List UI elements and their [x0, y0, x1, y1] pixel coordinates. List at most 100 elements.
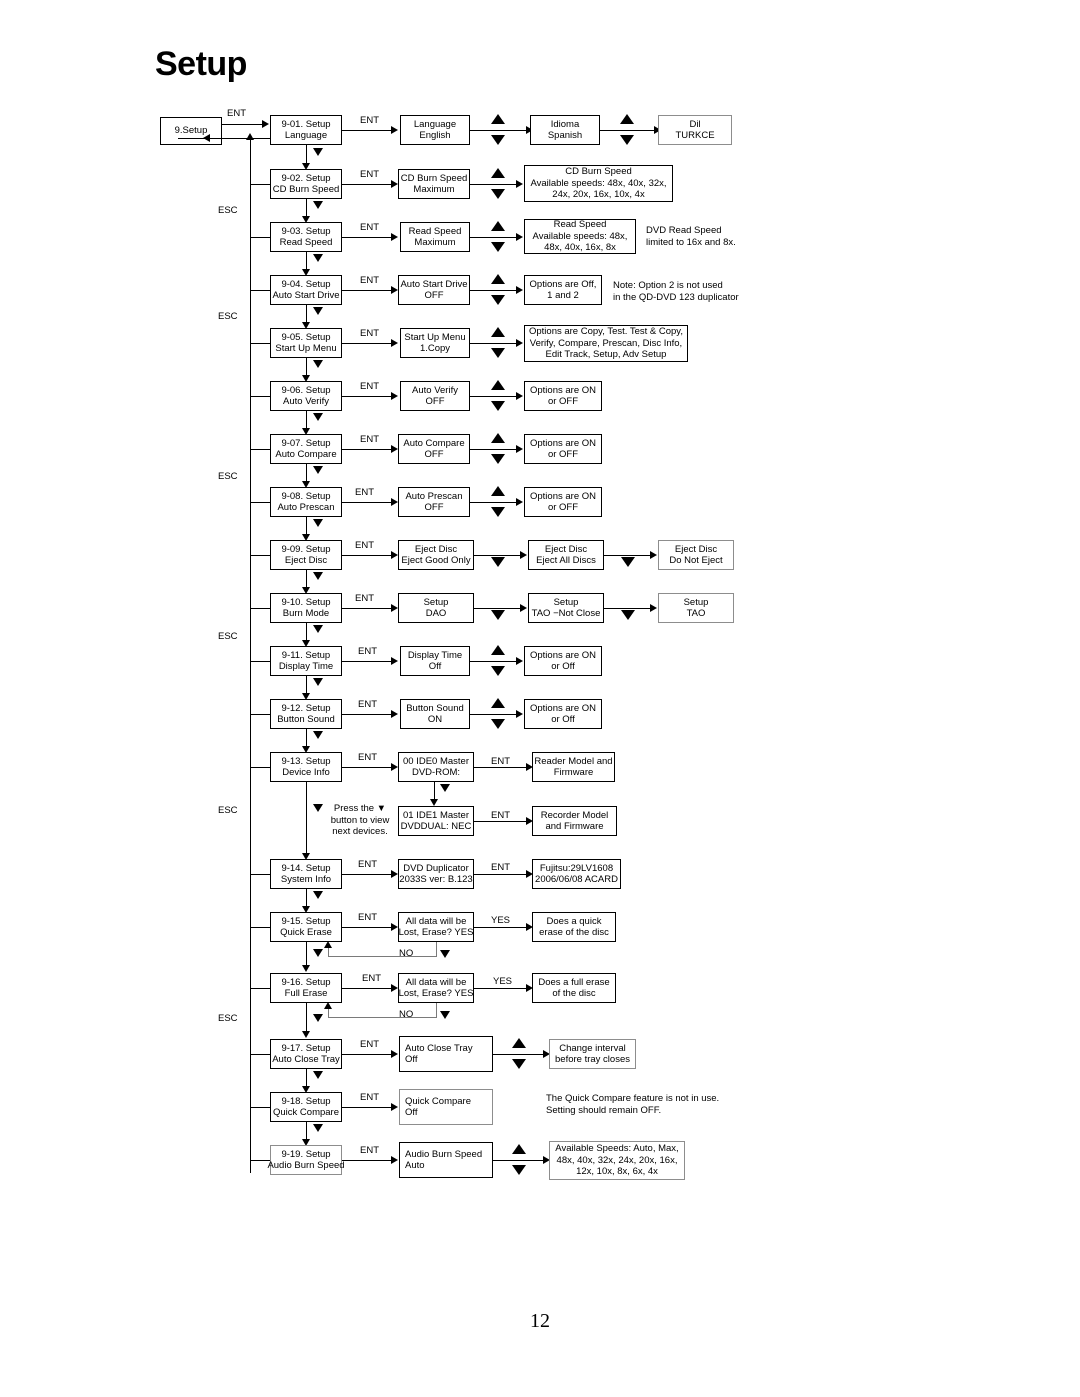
down-arrow-909b	[621, 557, 635, 567]
menu-box-916[interactable]: 9-16. Setup Full Erase	[270, 973, 342, 1003]
spine-stub-908	[250, 502, 270, 503]
down-glyph-910	[313, 625, 323, 633]
connector-902-opt1	[470, 184, 518, 185]
option-box-904-1[interactable]: Options are Off, 1 and 2	[524, 275, 602, 305]
menu-box-906[interactable]: 9-06. Setup Auto Verify	[270, 381, 342, 411]
menu-box-905[interactable]: 9-05. Setup Start Up Menu	[270, 328, 342, 358]
down-glyph-917	[313, 1071, 323, 1079]
no-loop-916-left	[328, 1017, 437, 1018]
menu-box-909[interactable]: 9-09. Setup Eject Disc	[270, 540, 342, 570]
menu-box-913-line2: Device Info	[282, 767, 330, 778]
option-box-910-2[interactable]: Setup TAO	[658, 593, 734, 623]
screen-box-914[interactable]: DVD Duplicator 2033S ver: B.123	[398, 859, 474, 889]
option-box-909-1[interactable]: Eject Disc Eject All Discs	[528, 540, 604, 570]
option-box-902-1[interactable]: CD Burn Speed Available speeds: 48x, 40x…	[524, 165, 673, 202]
option-box-907-1[interactable]: Options are ON or OFF	[524, 434, 602, 464]
option-box-910-1-line2: TAO −Not Close	[531, 608, 601, 619]
screen-box-902[interactable]: CD Burn Speed Maximum	[398, 169, 470, 199]
option-box-908-1-line1: Options are ON	[530, 490, 596, 502]
menu-box-917[interactable]: 9-17. Setup Auto Close Tray	[270, 1039, 342, 1069]
menu-box-913[interactable]: 9-13. Setup Device Info	[270, 752, 342, 782]
menu-box-903-line2: Read Speed	[279, 237, 333, 248]
screen-box-916[interactable]: All data will be Lost, Erase? YES	[398, 973, 474, 1003]
option-box-909-2[interactable]: Eject Disc Do Not Eject	[658, 540, 734, 570]
option-box-903-1-line1: Read Speed	[553, 219, 607, 231]
screen-box-912[interactable]: Button Sound ON	[400, 699, 470, 729]
option-box-908-1[interactable]: Options are ON or OFF	[524, 487, 602, 517]
screen-box-904[interactable]: Auto Start Drive OFF	[398, 275, 470, 305]
menu-box-911-line2: Display Time	[278, 661, 334, 672]
screen-box-919[interactable]: Audio Burn Speed Auto	[399, 1142, 493, 1178]
menu-box-907[interactable]: 9-07. Setup Auto Compare	[270, 434, 342, 464]
esc-spine-vertical	[250, 138, 251, 1173]
option-box-913-1[interactable]: Reader Model and Firmware	[532, 752, 615, 782]
screen-box-917[interactable]: Auto Close Tray Off	[399, 1036, 493, 1072]
option-box-903-1[interactable]: Read Speed Available speeds: 48x, 48x, 4…	[524, 219, 636, 254]
screen-box-918[interactable]: Quick Compare Off	[399, 1089, 493, 1125]
option-box-919-1[interactable]: Available Speeds: Auto, Max, 48x, 40x, 3…	[549, 1141, 685, 1180]
screen-box-906[interactable]: Auto Verify OFF	[400, 381, 470, 411]
option-box-904-1-line2: 1 and 2	[547, 290, 579, 301]
screen-box-914-line1: DVD Duplicator	[403, 862, 469, 874]
screen-box-901-line1: Language	[413, 118, 457, 130]
arrowhead-911-opt1	[516, 657, 523, 665]
menu-box-911[interactable]: 9-11. Setup Display Time	[270, 646, 342, 676]
screen-box-909-line1: Eject Disc	[414, 543, 458, 555]
menu-box-904[interactable]: 9-04. Setup Auto Start Drive	[270, 275, 342, 305]
option-box-910-1-line1: Setup	[553, 596, 579, 608]
option-box-906-1[interactable]: Options are ON or OFF	[524, 381, 602, 411]
screen-box-915[interactable]: All data will be Lost, Erase? YES	[398, 912, 474, 942]
screen-box-909[interactable]: Eject Disc Eject Good Only	[398, 540, 474, 570]
screen-box-905[interactable]: Start Up Menu 1.Copy	[400, 328, 470, 358]
screen-box-908[interactable]: Auto Prescan OFF	[398, 487, 470, 517]
menu-box-902[interactable]: 9-02. Setup CD Burn Speed	[270, 169, 342, 199]
option-box-912-1[interactable]: Options are ON or Off	[524, 699, 602, 729]
option-box-901-1[interactable]: Idioma Spanish	[530, 115, 600, 145]
screen-box-910[interactable]: Setup DAO	[398, 593, 474, 623]
option-box-916-1[interactable]: Does a full erase of the disc	[532, 973, 616, 1003]
screen-box-902-line1: CD Burn Speed	[400, 172, 468, 184]
option-box-901-2[interactable]: Dil TURKCE	[658, 115, 732, 145]
edge-label-ent-913: ENT	[358, 752, 377, 763]
screen-box-911[interactable]: Display Time Off	[400, 646, 470, 676]
menu-box-918[interactable]: 9-18. Setup Quick Compare	[270, 1092, 342, 1122]
menu-box-910[interactable]: 9-10. Setup Burn Mode	[270, 593, 342, 623]
option-box-910-1[interactable]: Setup TAO −Not Close	[528, 593, 604, 623]
screen-box-917-line1: Auto Close Tray	[405, 1042, 473, 1054]
screen-box-909-line2: Eject Good Only	[401, 555, 471, 566]
sub-screen-box-913[interactable]: 01 IDE1 Master DVDDUAL: NEC	[398, 806, 474, 836]
option-box-913-1-line2: Firmware	[553, 767, 594, 778]
menu-box-919[interactable]: 9-19. Setup Audio Burn Speed	[267, 1145, 345, 1175]
sub-option-box-913[interactable]: Recorder Model and Firmware	[532, 806, 617, 836]
menu-box-905-line2: Start Up Menu	[275, 343, 337, 354]
menu-box-903[interactable]: 9-03. Setup Read Speed	[270, 222, 342, 252]
connector-911-opt1	[470, 661, 518, 662]
start-node-setup[interactable]: 9.Setup	[160, 117, 222, 145]
option-box-915-1[interactable]: Does a quick erase of the disc	[532, 912, 616, 942]
option-box-906-1-line2: or OFF	[547, 396, 579, 407]
edge-label-yes-916: YES	[493, 976, 513, 987]
connector-913-opt1	[474, 767, 528, 768]
menu-box-912[interactable]: 9-12. Setup Button Sound	[270, 699, 342, 729]
down-glyph-904	[313, 307, 323, 315]
option-box-914-1[interactable]: Fujitsu:29LV1608 2006/06/08 ACARD	[532, 859, 621, 889]
option-box-917-1[interactable]: Change interval before tray closes	[549, 1039, 636, 1069]
menu-box-915[interactable]: 9-15. Setup Quick Erase	[270, 912, 342, 942]
menu-box-915-line1: 9-15. Setup	[281, 915, 331, 927]
option-box-911-1[interactable]: Options are ON or Off	[524, 646, 602, 676]
menu-box-917-line2: Auto Close Tray	[272, 1054, 340, 1065]
screen-box-903[interactable]: Read Speed Maximum	[400, 222, 470, 252]
screen-box-913[interactable]: 00 IDE0 Master DVD-ROM:	[398, 752, 474, 782]
option-box-905-1[interactable]: Options are Copy, Test. Test & Copy, Ver…	[524, 325, 688, 362]
menu-box-901[interactable]: 9-01. Setup Language	[270, 115, 342, 145]
down-arrow-906	[491, 401, 505, 411]
screen-box-908-line2: OFF	[424, 502, 444, 513]
menu-box-908[interactable]: 9-08. Setup Auto Prescan	[270, 487, 342, 517]
screen-box-901[interactable]: Language English	[400, 115, 470, 145]
connector-901-ent	[342, 130, 392, 131]
screen-box-907[interactable]: Auto Compare OFF	[398, 434, 470, 464]
option-box-905-1-line2: Verify, Compare, Prescan, Disc Info,	[529, 337, 683, 349]
menu-box-910-line1: 9-10. Setup	[281, 596, 331, 608]
option-box-914-1-line2: 2006/06/08 ACARD	[535, 874, 618, 885]
menu-box-914[interactable]: 9-14. Setup System Info	[270, 859, 342, 889]
